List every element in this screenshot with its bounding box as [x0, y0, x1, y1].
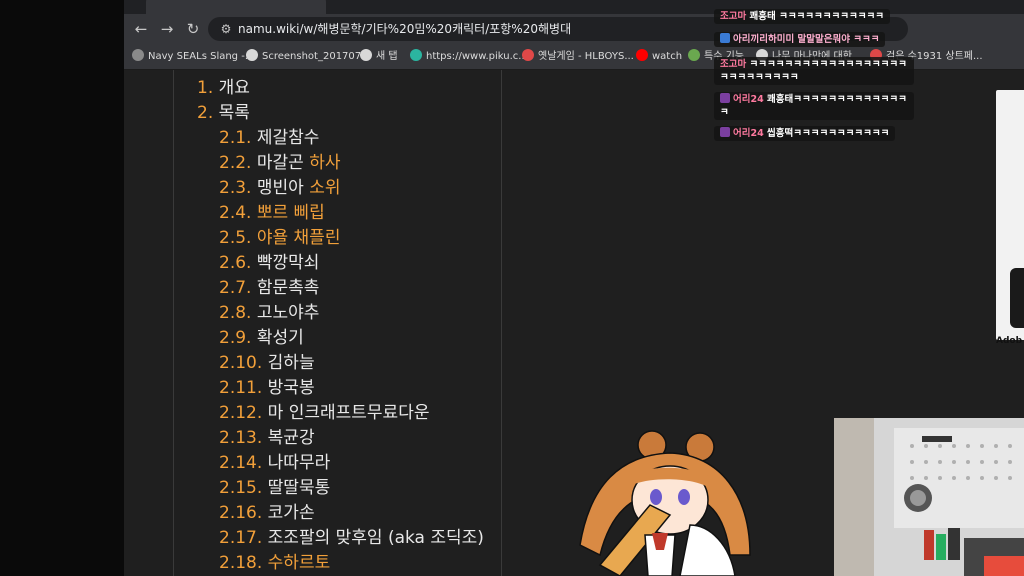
webcam-image: [834, 418, 1024, 576]
chat-badge-icon: [720, 127, 730, 137]
toc-item[interactable]: 2.1. 제갈참수: [219, 127, 319, 149]
toc-item[interactable]: 2.10. 김하늘: [219, 352, 315, 374]
bookmark-item[interactable]: https://www.piku.c...: [410, 49, 528, 65]
bookmark-favicon-icon: [410, 49, 422, 61]
tab-active[interactable]: [146, 0, 326, 14]
toc-item[interactable]: 2.9. 확성기: [219, 327, 304, 349]
bookmark-favicon-icon: [522, 49, 534, 61]
bookmark-item[interactable]: 새 탭: [360, 49, 398, 65]
toc-item[interactable]: 2.7. 함문촉촉: [219, 277, 319, 299]
avatar-image: [579, 430, 751, 576]
bookmark-favicon-icon: [360, 49, 372, 61]
chat-message: 조고마 ㅋㅋㅋㅋㅋㅋㅋㅋㅋㅋㅋㅋㅋㅋㅋㅋㅋㅋㅋㅋㅋㅋㅋㅋㅋㅋㅋ: [714, 57, 914, 85]
toc-item[interactable]: 2.11. 방국봉: [219, 377, 315, 399]
toc-item[interactable]: 2.15. 딸딸묵통: [219, 477, 330, 499]
chat-message: 어리24 쾌흥태ㅋㅋㅋㅋㅋㅋㅋㅋㅋㅋㅋㅋㅋㅋ: [714, 92, 914, 120]
toc-item[interactable]: 2.6. 빡깡막쇠: [219, 252, 319, 274]
back-icon[interactable]: ←: [130, 18, 152, 40]
streamer-avatar: [560, 425, 760, 576]
toc-item[interactable]: 2.2. 마갈곤 하사: [219, 152, 340, 174]
site-info-icon[interactable]: ⚙: [218, 21, 234, 37]
toc-item[interactable]: 2.4. 뽀르 삐립: [219, 202, 325, 224]
chat-message: 조고마 쾌흥태 ㅋㅋㅋㅋㅋㅋㅋㅋㅋㅋㅋㅋ: [714, 9, 890, 24]
chat-badge-icon: [720, 33, 730, 43]
toc-item[interactable]: 2.8. 고노야추: [219, 302, 319, 324]
toc-box-border: [173, 70, 174, 576]
bookmark-item[interactable]: watch: [636, 49, 682, 65]
chat-message: 아리끼리하미미 말말말은뭐야 ㅋㅋㅋ: [714, 32, 886, 47]
toc-item[interactable]: 2.16. 코가손: [219, 502, 315, 524]
toc-item[interactable]: 2.14. 나따무라: [219, 452, 330, 474]
toc-item[interactable]: 2. 목록: [197, 102, 250, 124]
desktop-background: [0, 0, 124, 576]
webcam-feed: [834, 418, 1024, 576]
toc-item[interactable]: 1. 개요: [197, 77, 250, 99]
bookmark-favicon-icon: [246, 49, 258, 61]
bookmark-item[interactable]: Navy SEALs Slang -...: [132, 49, 254, 65]
toc-box-border: [501, 70, 502, 576]
toc-item[interactable]: 2.13. 복균강: [219, 427, 315, 449]
toc-item[interactable]: 2.5. 야욜 채플린: [219, 227, 340, 249]
chat-badge-icon: [720, 93, 730, 103]
toc-item[interactable]: 2.17. 조조팔의 맞후임 (aka 조딕조): [219, 527, 484, 549]
chat-message: 어리24 씹흥떡ㅋㅋㅋㅋㅋㅋㅋㅋㅋㅋㅋ: [714, 126, 896, 141]
screen: ← → ↻ ⚙ namu.wiki/w/해병문학/기타%20밈%20캐릭터/포항…: [0, 0, 1024, 576]
toc-item[interactable]: 2.12. 마 인크래프트무료다운: [219, 402, 429, 424]
bookmark-favicon-icon: [132, 49, 144, 61]
toc-item[interactable]: 2.3. 맹빈아 소위: [219, 177, 340, 199]
forward-icon[interactable]: →: [156, 18, 178, 40]
url-text[interactable]: namu.wiki/w/해병문학/기타%20밈%20캐릭터/포항%20해병대: [238, 21, 571, 37]
bookmark-item[interactable]: Screenshot_201707...: [246, 49, 371, 65]
reload-icon[interactable]: ↻: [182, 18, 204, 40]
bookmark-favicon-icon: [636, 49, 648, 61]
adobe-app-icon[interactable]: [1010, 268, 1024, 328]
adobe-app-panel: Adob: [996, 90, 1024, 346]
toc-item[interactable]: 2.18. 수하르토: [219, 552, 330, 574]
bookmark-favicon-icon: [688, 49, 700, 61]
adobe-app-label: Adob: [996, 336, 1023, 346]
bookmark-item[interactable]: 옛날게임 - HLBOYS...: [522, 49, 634, 65]
